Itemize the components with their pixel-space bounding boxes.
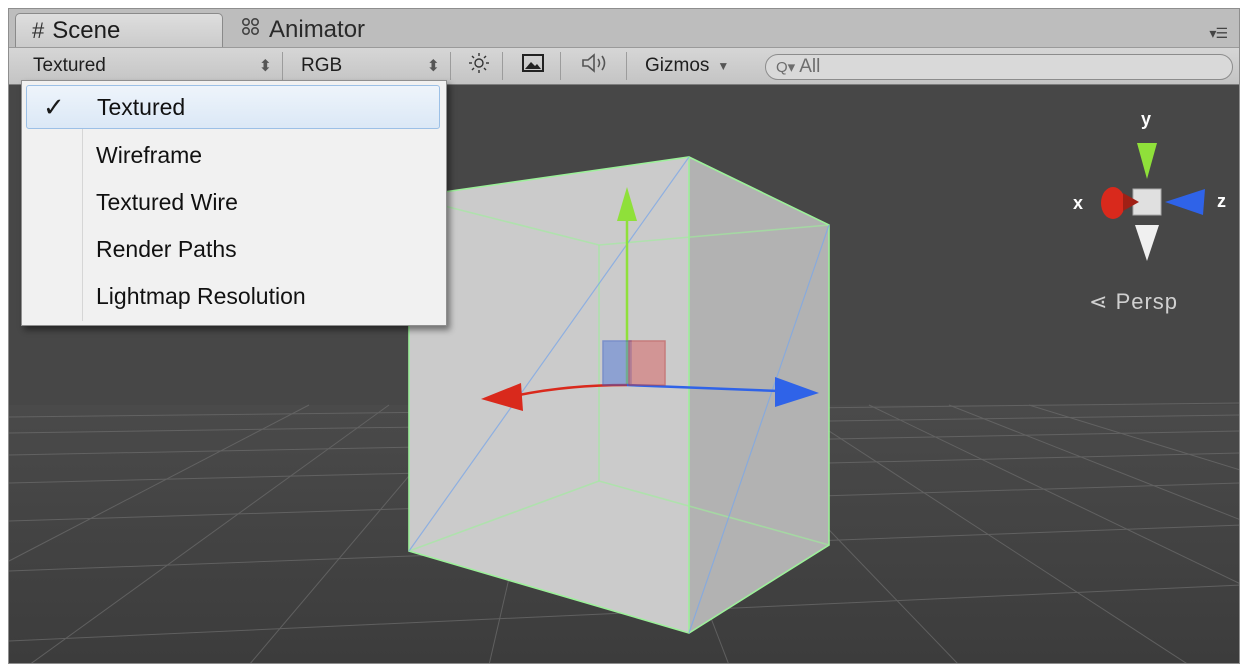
render-mode-menu: ✓ Textured Wireframe Textured Wire Rende… (21, 80, 447, 326)
search-placeholder: All (799, 56, 821, 77)
lighting-icon (468, 52, 490, 80)
gizmos-label: Gizmos (645, 55, 710, 76)
effects-toggle[interactable] (505, 52, 561, 80)
audio-icon (581, 53, 609, 79)
checkmark-icon: ✓ (43, 92, 65, 122)
axis-y-label: y (1141, 109, 1152, 129)
updown-arrow-icon: ⬍ (426, 58, 440, 75)
tab-scene-label: Scene (52, 16, 121, 44)
hash-icon: # (32, 17, 45, 43)
menu-item-lightmap-resolution[interactable]: Lightmap Resolution (26, 274, 440, 318)
projection-toggle[interactable]: ⋖ Persp (1089, 289, 1178, 315)
chevron-down-icon: ▼ (717, 59, 730, 73)
orientation-gizmo[interactable] (1101, 143, 1205, 261)
audio-toggle[interactable] (563, 52, 627, 80)
search-icon: Q▾ (776, 59, 796, 76)
menu-item-render-paths[interactable]: Render Paths (26, 227, 440, 271)
gizmos-dropdown[interactable]: Gizmos ▼ (629, 52, 757, 80)
render-mode-dropdown[interactable]: Textured ⬍ (15, 52, 283, 80)
menu-item-label: Lightmap Resolution (96, 282, 306, 309)
perspective-icon: ⋖ (1089, 289, 1109, 314)
nodes-icon (241, 17, 261, 43)
color-mode-dropdown[interactable]: RGB ⬍ (285, 52, 451, 80)
menu-item-textured-wire[interactable]: Textured Wire (26, 180, 440, 224)
search-input[interactable]: Q▾ All (765, 54, 1233, 80)
menu-item-label: Wireframe (96, 141, 203, 168)
tab-scene[interactable]: # Scene (15, 13, 223, 47)
cube (408, 156, 830, 634)
lighting-toggle[interactable] (455, 52, 503, 80)
render-mode-value: Textured (33, 55, 106, 76)
tab-strip: # Scene Animator ▾☰ (9, 9, 1239, 47)
axis-x-label: x (1073, 193, 1084, 213)
tab-animator-label: Animator (269, 16, 366, 43)
image-icon (521, 54, 544, 78)
menu-item-label: Textured Wire (96, 188, 238, 215)
projection-label: Persp (1115, 289, 1179, 314)
tab-animator[interactable]: Animator (231, 13, 451, 47)
menu-item-label: Render Paths (96, 235, 237, 262)
updown-arrow-icon: ⬍ (258, 58, 272, 75)
menu-item-textured[interactable]: ✓ Textured (26, 85, 440, 129)
axis-z-label: z (1217, 191, 1226, 211)
window-menu-icon[interactable]: ▾☰ (1209, 25, 1228, 42)
color-mode-value: RGB (301, 55, 343, 76)
menu-item-wireframe[interactable]: Wireframe (26, 133, 440, 177)
menu-item-label: Textured (97, 93, 186, 120)
